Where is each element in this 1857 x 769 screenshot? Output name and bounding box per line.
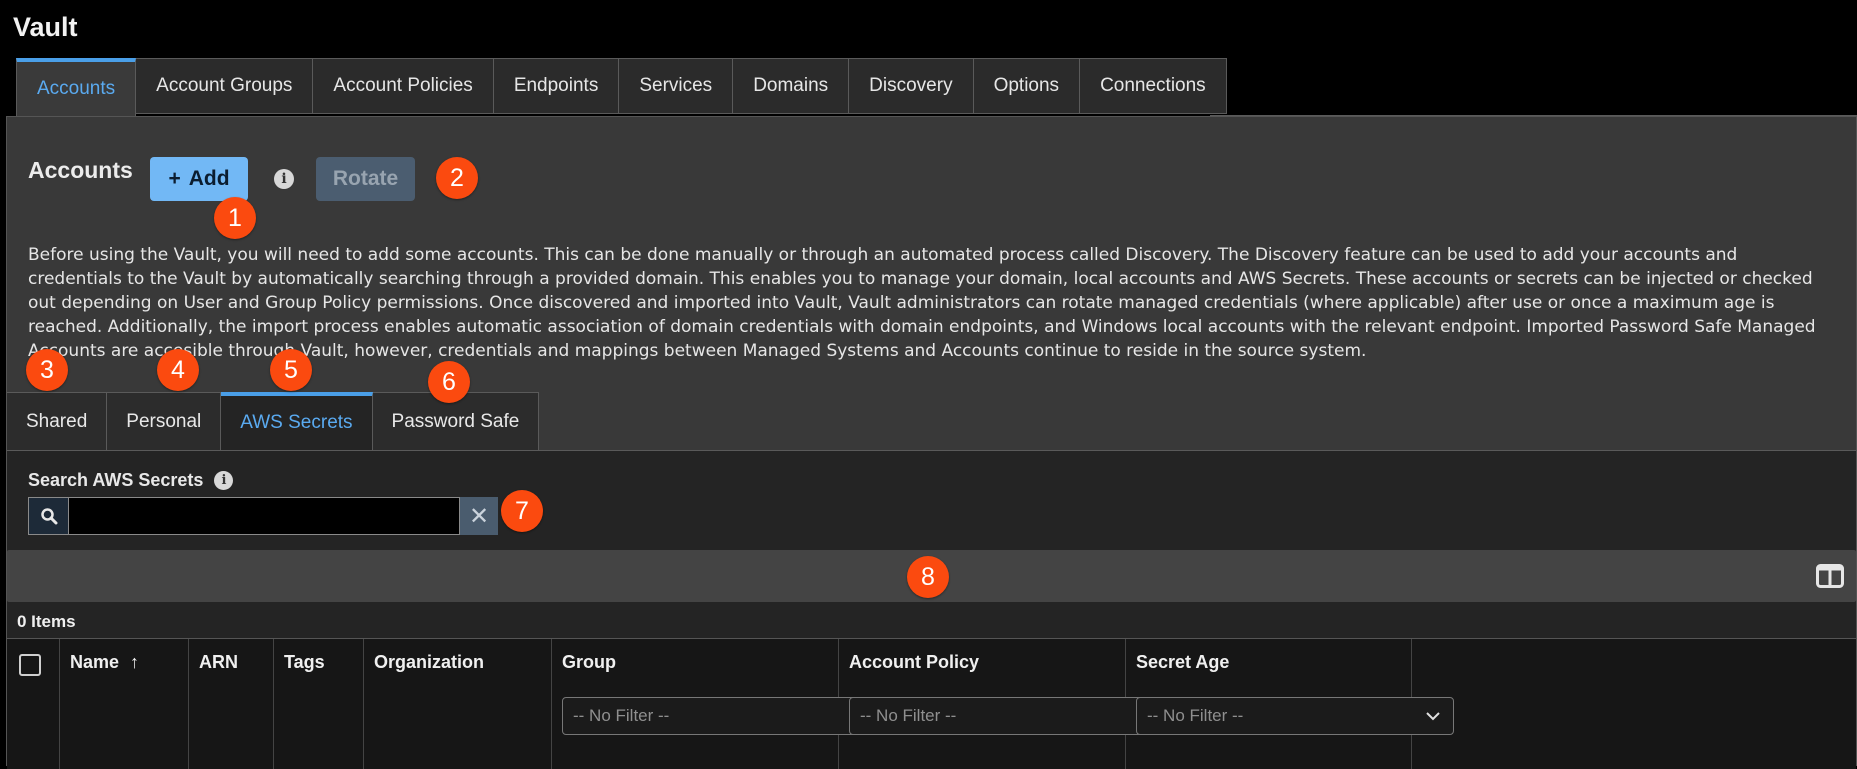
tab-personal[interactable]: Personal	[107, 392, 222, 450]
account-policy-filter-select[interactable]: -- No Filter --	[849, 697, 1167, 735]
column-group-label: Group	[562, 652, 616, 672]
add-button[interactable]: + Add	[150, 157, 248, 201]
callout-badge-6: 6	[428, 361, 470, 403]
tab-aws-secrets[interactable]: AWS Secrets	[221, 392, 373, 450]
tab-connections[interactable]: Connections	[1080, 58, 1227, 114]
search-box: ✕	[28, 497, 498, 535]
tab-options[interactable]: Options	[973, 58, 1081, 114]
column-account-policy[interactable]: Account Policy -- No Filter --	[839, 639, 1167, 769]
accounts-description: Before using the Vault, you will need to…	[28, 245, 1816, 361]
search-label: Search AWS Secrets i	[28, 470, 234, 491]
column-organization-label: Organization	[374, 652, 485, 672]
column-group[interactable]: Group -- No Filter --	[552, 639, 880, 769]
tab-domains[interactable]: Domains	[733, 58, 850, 114]
info-icon[interactable]: i	[274, 169, 294, 189]
column-arn[interactable]: ARN	[189, 639, 274, 769]
callout-badge-3: 3	[26, 349, 68, 391]
secret-age-filter-select[interactable]: -- No Filter --	[1136, 697, 1454, 735]
rotate-button[interactable]: Rotate	[316, 157, 415, 201]
column-secret-age[interactable]: Secret Age -- No Filter --	[1126, 639, 1454, 769]
table-header: Name ↑ ARN Tags Organization Group -- No…	[7, 638, 1856, 769]
sort-ascending-icon: ↑	[130, 652, 140, 672]
select-all-column	[7, 639, 60, 769]
accounts-heading: Accounts	[28, 157, 133, 183]
column-name[interactable]: Name ↑	[60, 639, 189, 769]
columns-icon[interactable]	[1816, 564, 1844, 588]
search-info-icon[interactable]: i	[214, 470, 234, 490]
select-all-checkbox[interactable]	[19, 654, 41, 676]
column-tags[interactable]: Tags	[274, 639, 364, 769]
callout-badge-1: 1	[214, 197, 256, 239]
items-count: 0 Items	[17, 612, 76, 631]
aws-secrets-content: Search AWS Secrets i ✕ 0 Items Name ↑ AR…	[7, 450, 1856, 769]
search-icon	[28, 497, 68, 535]
column-name-label: Name	[70, 652, 120, 672]
accounts-panel: Accounts + Add i Rotate Before using the…	[6, 116, 1857, 769]
column-arn-label: ARN	[199, 652, 238, 672]
callout-badge-5: 5	[270, 349, 312, 391]
tab-account-policies[interactable]: Account Policies	[313, 58, 494, 114]
top-tab-bar: Accounts Account Groups Account Policies…	[16, 58, 1227, 116]
close-icon: ✕	[468, 502, 490, 530]
tab-shared[interactable]: Shared	[7, 392, 108, 450]
account-type-tabs: Shared Personal AWS Secrets Password Saf…	[7, 392, 540, 450]
callout-badge-2: 2	[436, 157, 478, 199]
app-title: Vault	[13, 12, 78, 42]
column-account-policy-label: Account Policy	[849, 652, 980, 672]
callout-badge-8: 8	[907, 556, 949, 598]
group-filter-select[interactable]: -- No Filter --	[562, 697, 880, 735]
column-organization[interactable]: Organization	[364, 639, 552, 769]
tab-endpoints[interactable]: Endpoints	[493, 58, 620, 114]
tab-account-groups[interactable]: Account Groups	[136, 58, 314, 114]
chevron-down-icon	[1426, 712, 1440, 721]
callout-badge-4: 4	[157, 349, 199, 391]
tab-discovery[interactable]: Discovery	[849, 58, 974, 114]
search-input[interactable]	[68, 497, 460, 535]
add-button-label: Add	[188, 167, 230, 190]
clear-search-button[interactable]: ✕	[460, 497, 498, 535]
tab-accounts[interactable]: Accounts	[16, 58, 137, 116]
callout-badge-7: 7	[501, 490, 543, 532]
column-tags-label: Tags	[284, 652, 325, 672]
plus-icon: +	[168, 167, 181, 190]
tab-services[interactable]: Services	[619, 58, 734, 114]
column-secret-age-label: Secret Age	[1136, 652, 1230, 672]
